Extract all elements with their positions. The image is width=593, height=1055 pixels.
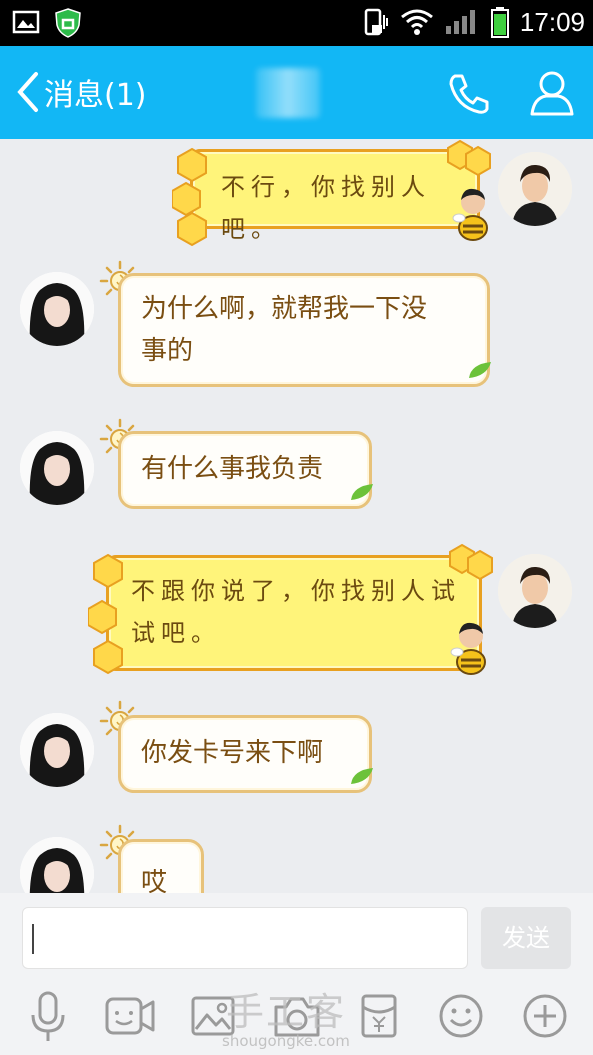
honeycomb-decoration-icon <box>447 139 491 177</box>
watermark-url: shougongke.com <box>222 1032 350 1050</box>
honeycomb-decoration-icon <box>172 147 207 247</box>
contact-avatar[interactable] <box>20 431 94 505</box>
message-bubble-sent[interactable]: 不行，你找别人吧。 <box>190 149 488 243</box>
avatar-photo-male <box>498 554 572 628</box>
contact-avatar[interactable] <box>20 713 94 787</box>
call-button[interactable] <box>445 70 493 122</box>
video-button[interactable] <box>104 995 156 1041</box>
chevron-left-icon <box>17 72 38 112</box>
status-bar: 17:09 <box>0 0 593 46</box>
avatar-photo-female <box>20 431 94 505</box>
image-icon <box>12 10 40 34</box>
bee-sticker-icon <box>450 622 486 675</box>
contact-name-blurred <box>256 68 320 118</box>
phone-icon <box>449 74 489 114</box>
status-time: 17:09 <box>519 6 585 37</box>
honeycomb-decoration-icon <box>449 543 493 581</box>
send-button[interactable]: 发送 <box>481 907 571 969</box>
emoji-icon <box>439 994 483 1038</box>
profile-button[interactable] <box>528 68 576 122</box>
plus-icon <box>523 994 567 1038</box>
my-avatar[interactable] <box>498 554 572 628</box>
signal-icon <box>445 10 475 34</box>
chat-area[interactable]: 不行，你找别人吧。 为什么啊，就帮我一下没 事的 有什么事我负责 不跟你说了，你… <box>0 139 593 893</box>
message-text: 你发卡号来下啊 <box>141 738 324 768</box>
message-text-line-1: 为什么啊，就帮我一下没 <box>141 294 428 324</box>
battery-icon <box>490 7 509 38</box>
contact-avatar[interactable] <box>20 837 94 893</box>
honeycomb-decoration-icon <box>88 553 123 675</box>
shield-app-icon <box>55 8 81 38</box>
bee-sticker-icon <box>452 188 488 241</box>
message-bubble-received[interactable]: 你发卡号来下啊 <box>118 715 373 793</box>
avatar-photo-female <box>20 713 94 787</box>
text-caret <box>32 924 34 954</box>
message-bubble-received[interactable]: 有什么事我负责 <box>118 431 373 509</box>
message-text: 哎 <box>141 868 168 893</box>
red-packet-icon <box>361 994 397 1038</box>
contact-avatar[interactable] <box>20 272 94 346</box>
message-input[interactable] <box>22 907 468 969</box>
leaf-icon <box>351 484 373 500</box>
phone-vibrate-icon <box>364 8 388 36</box>
message-text-line-1: 不跟你说了，你找别人试 <box>131 577 461 605</box>
video-icon <box>105 997 155 1035</box>
message-bubble-received[interactable]: 为什么啊，就帮我一下没 事的 <box>118 273 491 387</box>
profile-icon <box>530 71 574 116</box>
emoji-button[interactable] <box>438 993 484 1043</box>
voice-button[interactable] <box>28 989 68 1049</box>
back-label: 消息(1) <box>44 78 147 113</box>
avatar-photo-male <box>498 152 572 226</box>
message-text-line-2: 事的 <box>141 336 194 366</box>
my-avatar[interactable] <box>498 152 572 226</box>
message-bubble-received[interactable]: 哎 <box>118 839 204 893</box>
wifi-icon <box>400 9 433 35</box>
avatar-photo-female <box>20 272 94 346</box>
leaf-icon <box>351 768 373 784</box>
input-panel: 发送 手工客 shougongke.com <box>0 893 593 1055</box>
leaf-icon <box>469 362 491 378</box>
message-text: 不行，你找别人吧。 <box>221 173 431 243</box>
header: 消息(1) <box>0 46 593 139</box>
avatar-photo-female <box>20 837 94 893</box>
message-text-line-2: 试吧。 <box>131 619 221 647</box>
watermark: 手工客 shougongke.com <box>222 981 350 1050</box>
red-packet-button[interactable] <box>360 993 398 1043</box>
microphone-icon <box>31 991 65 1041</box>
more-button[interactable] <box>522 993 568 1043</box>
watermark-text: 手工客 <box>225 990 346 1034</box>
message-text: 有什么事我负责 <box>141 454 324 484</box>
back-button[interactable]: 消息(1) <box>16 70 147 114</box>
message-bubble-sent[interactable]: 不跟你说了，你找别人试 试吧。 <box>106 555 486 675</box>
